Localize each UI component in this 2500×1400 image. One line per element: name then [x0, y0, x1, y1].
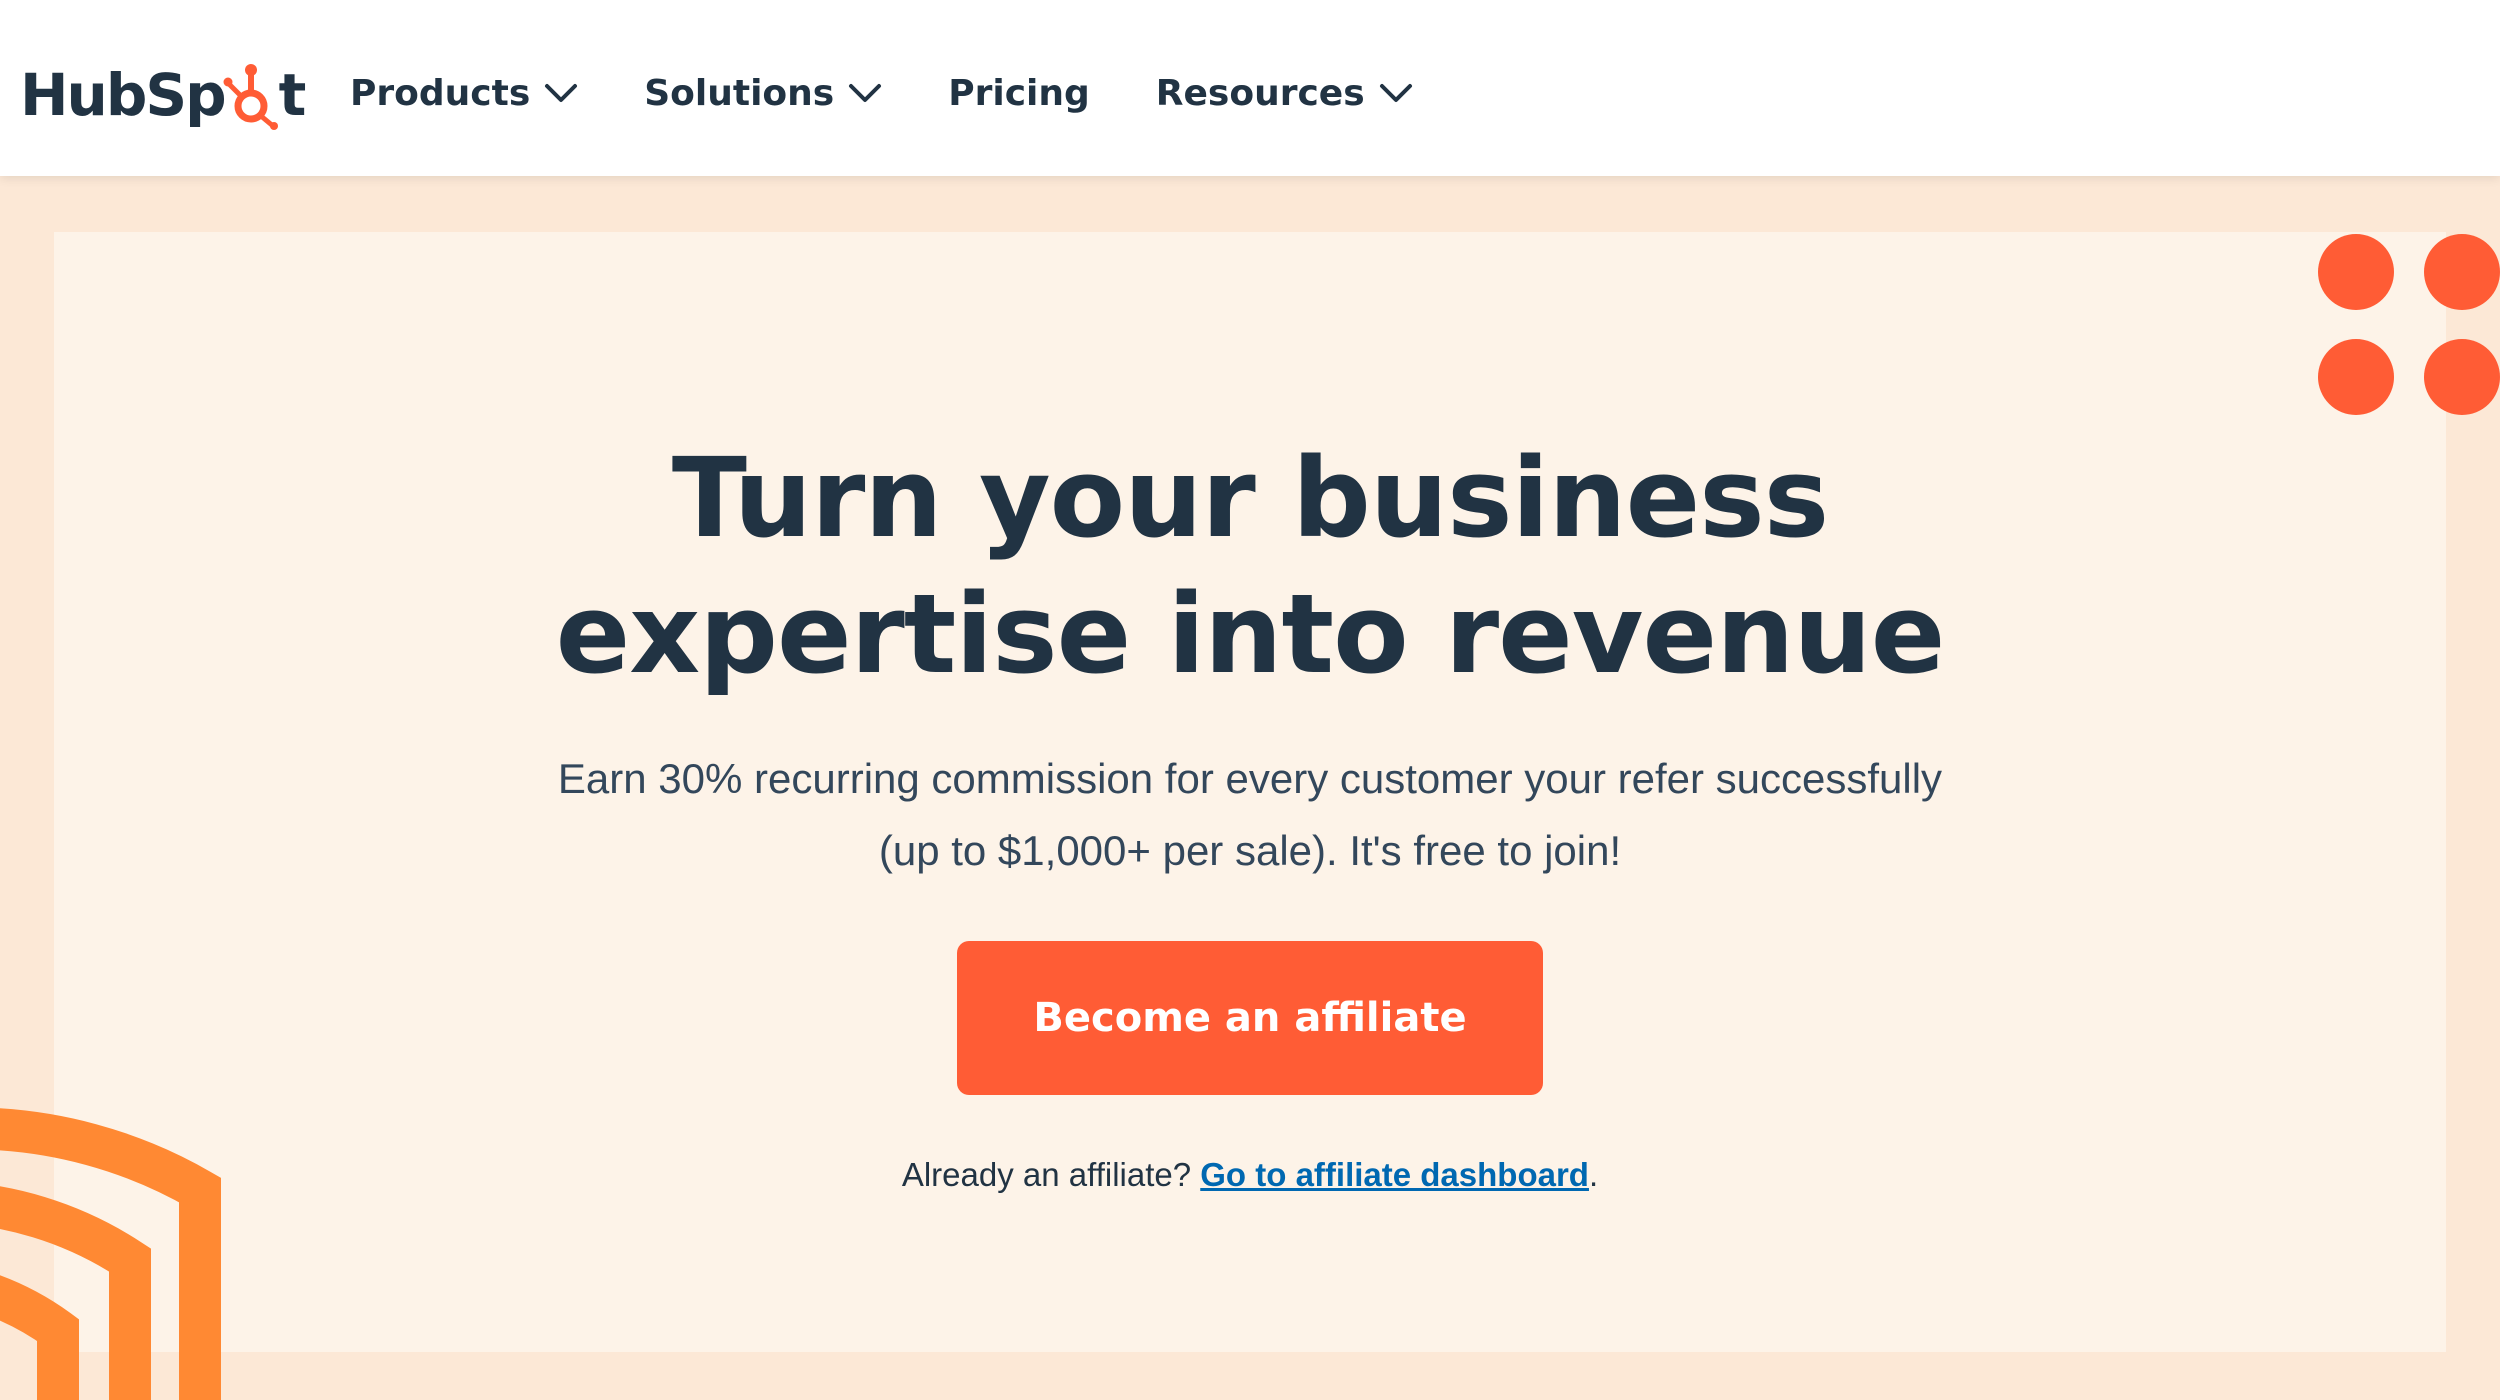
hero-subtitle-line-1: Earn 30% recurring commission for every …: [557, 755, 1943, 802]
hero-subtitle-line-2: (up to $1,000+ per sale). It's free to j…: [878, 827, 1622, 874]
nav-item-label: Solutions: [644, 72, 835, 114]
trailing-period: .: [1588, 1156, 1599, 1193]
affiliate-dashboard-link[interactable]: Go to affiliate dashboard: [1200, 1156, 1589, 1193]
top-navigation-bar: HubSp t Products Solutions Pricing Resou…: [0, 0, 2500, 176]
nav-item-products[interactable]: Products: [350, 73, 578, 114]
become-affiliate-button[interactable]: Become an affiliate: [957, 941, 1543, 1095]
sprocket-icon: [223, 64, 278, 130]
hero-title-line-1: Turn your business: [671, 434, 1829, 562]
chevron-down-icon: [1379, 84, 1412, 102]
chevron-down-icon: [545, 84, 578, 102]
logo-text-right: t: [278, 61, 307, 129]
nav-item-solutions[interactable]: Solutions: [644, 73, 882, 114]
decorative-arcs-graphic: [0, 1108, 221, 1400]
hero-subtitle: Earn 30% recurring commission for every …: [500, 743, 2000, 887]
decorative-dots-graphic: [2318, 140, 2500, 415]
nav-item-label: Products: [350, 72, 531, 114]
logo-text-left: HubSp: [20, 61, 227, 129]
already-affiliate-text: Already an affiliate? Go to affiliate da…: [0, 1156, 2500, 1194]
nav-item-pricing[interactable]: Pricing: [948, 73, 1090, 114]
nav-item-resources[interactable]: Resources: [1156, 73, 1413, 114]
main-nav: Products Solutions Pricing Resources: [350, 58, 1479, 128]
hero-title: Turn your business expertise into revenu…: [0, 430, 2500, 702]
already-affiliate-label: Already an affiliate?: [901, 1156, 1201, 1193]
hubspot-logo[interactable]: HubSp t: [20, 50, 307, 140]
chevron-down-icon: [849, 84, 882, 102]
nav-item-label: Resources: [1155, 72, 1365, 114]
nav-item-label: Pricing: [948, 72, 1090, 114]
hero-title-line-2: expertise into revenue: [555, 570, 1946, 698]
